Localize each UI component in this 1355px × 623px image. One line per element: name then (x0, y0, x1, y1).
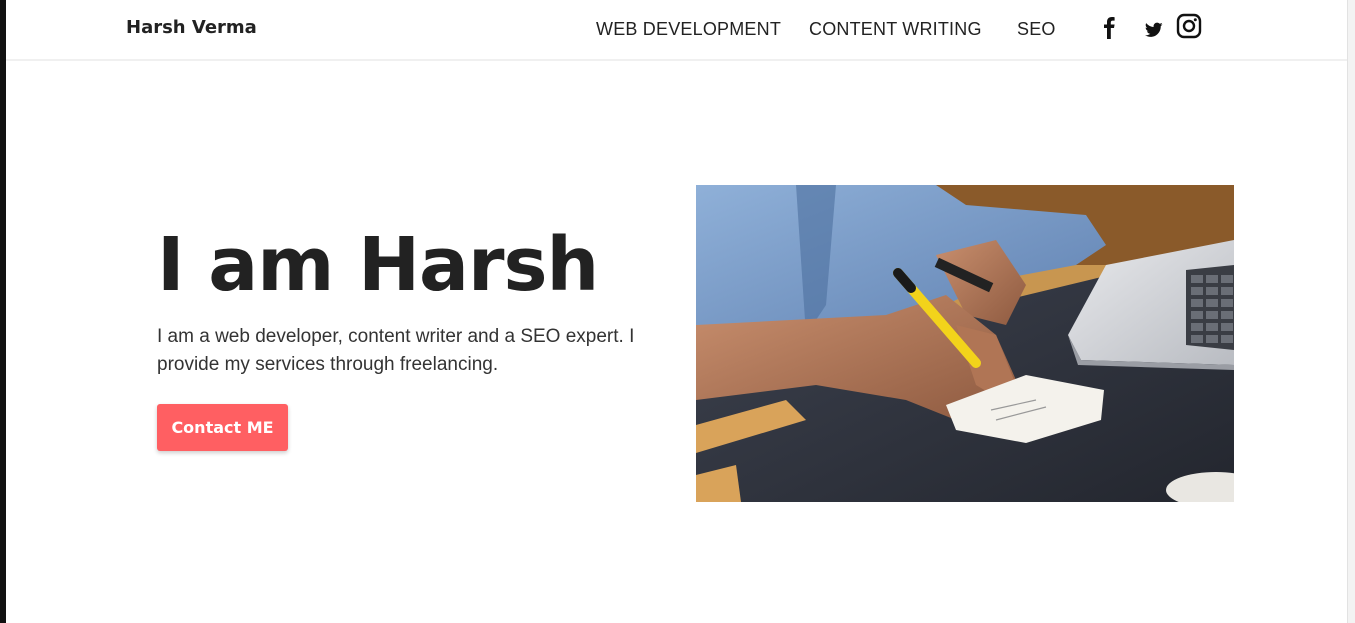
facebook-icon[interactable] (1098, 13, 1120, 39)
twitter-icon[interactable] (1144, 22, 1163, 38)
hero-description: I am a web developer, content writer and… (157, 326, 635, 375)
scrollbar[interactable] (1347, 0, 1355, 623)
brand-link[interactable]: Harsh Verma (126, 17, 257, 38)
nav-web-development[interactable]: WEB DEVELOPMENT (596, 19, 781, 40)
hero-image (696, 185, 1234, 502)
left-window-edge (0, 0, 6, 623)
contact-me-button[interactable]: Contact ME (157, 404, 288, 451)
nav-seo[interactable]: SEO (1017, 19, 1056, 40)
nav-content-writing[interactable]: CONTENT WRITING (809, 19, 982, 40)
hero-title: I am Harsh (157, 222, 599, 308)
navbar: Harsh Verma WEB DEVELOPMENT CONTENT WRIT… (6, 0, 1347, 61)
instagram-icon[interactable] (1176, 13, 1202, 39)
